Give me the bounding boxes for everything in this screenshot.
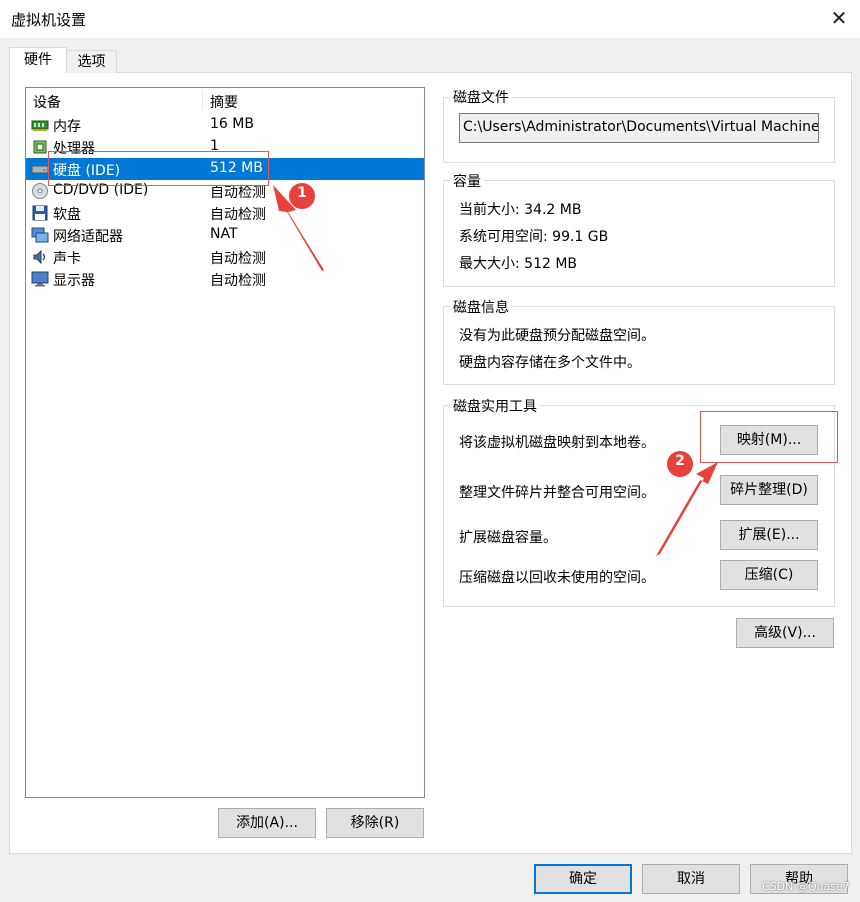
- network-adapter-icon: [31, 227, 49, 243]
- defragment-button[interactable]: 碎片整理(D): [720, 475, 818, 505]
- capacity-label: 容量: [450, 171, 484, 191]
- disk-utilities-label: 磁盘实用工具: [450, 396, 540, 416]
- device-summary: 自动检测: [210, 273, 266, 289]
- memory-icon: [31, 120, 49, 131]
- remove-button[interactable]: 移除(R): [326, 808, 424, 838]
- column-header-summary[interactable]: 摘要: [210, 92, 238, 112]
- close-icon[interactable]: ✕: [826, 5, 852, 31]
- device-row-memory[interactable]: 内存 16 MB: [26, 114, 424, 136]
- disk-info-label: 磁盘信息: [450, 297, 512, 317]
- hard-disk-icon: [31, 165, 49, 174]
- device-name: 网络适配器: [53, 229, 123, 245]
- map-description: 将该虚拟机磁盘映射到本地卷。: [459, 435, 655, 451]
- annotation-box-2: [700, 411, 838, 463]
- advanced-button[interactable]: 高级(V)...: [736, 618, 834, 648]
- expand-description: 扩展磁盘容量。: [459, 530, 557, 546]
- max-size-text: 最大大小: 512 MB: [459, 256, 578, 272]
- watermark: CSDN @Quase7: [762, 880, 850, 893]
- defrag-description: 整理文件碎片并整合可用空间。: [459, 485, 655, 501]
- disk-info-group: [443, 306, 835, 385]
- cancel-button[interactable]: 取消: [642, 864, 740, 894]
- annotation-marker-1: 1: [297, 185, 307, 201]
- processor-icon: [33, 140, 47, 154]
- device-name: 显示器: [53, 273, 95, 289]
- device-row-display[interactable]: 显示器 自动检测: [26, 268, 424, 290]
- annotation-marker-2: 2: [675, 453, 685, 469]
- device-name: 声卡: [53, 251, 81, 267]
- annotation-box-1: [48, 151, 269, 186]
- column-header-device[interactable]: 设备: [33, 92, 61, 112]
- cd-dvd-icon: [32, 183, 48, 199]
- current-size-text: 当前大小: 34.2 MB: [459, 202, 582, 218]
- display-icon: [31, 271, 49, 287]
- device-summary: NAT: [210, 226, 238, 242]
- add-button[interactable]: 添加(A)...: [218, 808, 316, 838]
- window-title: 虚拟机设置: [11, 11, 87, 29]
- device-summary: 16 MB: [210, 116, 254, 132]
- device-row-sound[interactable]: 声卡 自动检测: [26, 246, 424, 268]
- tab-options[interactable]: 选项: [66, 50, 117, 73]
- expand-button[interactable]: 扩展(E)...: [720, 520, 818, 550]
- device-summary: 自动检测: [210, 207, 266, 223]
- disk-info-line2: 硬盘内容存储在多个文件中。: [459, 355, 641, 371]
- compact-button[interactable]: 压缩(C): [720, 560, 818, 590]
- available-space-text: 系统可用空间: 99.1 GB: [459, 229, 609, 245]
- device-row-floppy[interactable]: 软盘 自动检测: [26, 202, 424, 224]
- compact-description: 压缩磁盘以回收未使用的空间。: [459, 570, 655, 586]
- device-summary: 自动检测: [210, 251, 266, 267]
- title-bar: [0, 0, 860, 38]
- floppy-icon: [32, 205, 48, 221]
- tab-hardware[interactable]: 硬件: [9, 47, 67, 73]
- disk-file-path-field[interactable]: C:\Users\Administrator\Documents\Virtual…: [459, 113, 819, 143]
- ok-button[interactable]: 确定: [534, 864, 632, 894]
- device-name: 软盘: [53, 207, 81, 223]
- device-row-network[interactable]: 网络适配器 NAT: [26, 224, 424, 246]
- disk-info-line1: 没有为此硬盘预分配磁盘空间。: [459, 328, 655, 344]
- disk-file-label: 磁盘文件: [450, 87, 512, 107]
- sound-card-icon: [33, 249, 46, 265]
- column-separator[interactable]: [202, 90, 203, 110]
- device-name: 内存: [53, 119, 81, 135]
